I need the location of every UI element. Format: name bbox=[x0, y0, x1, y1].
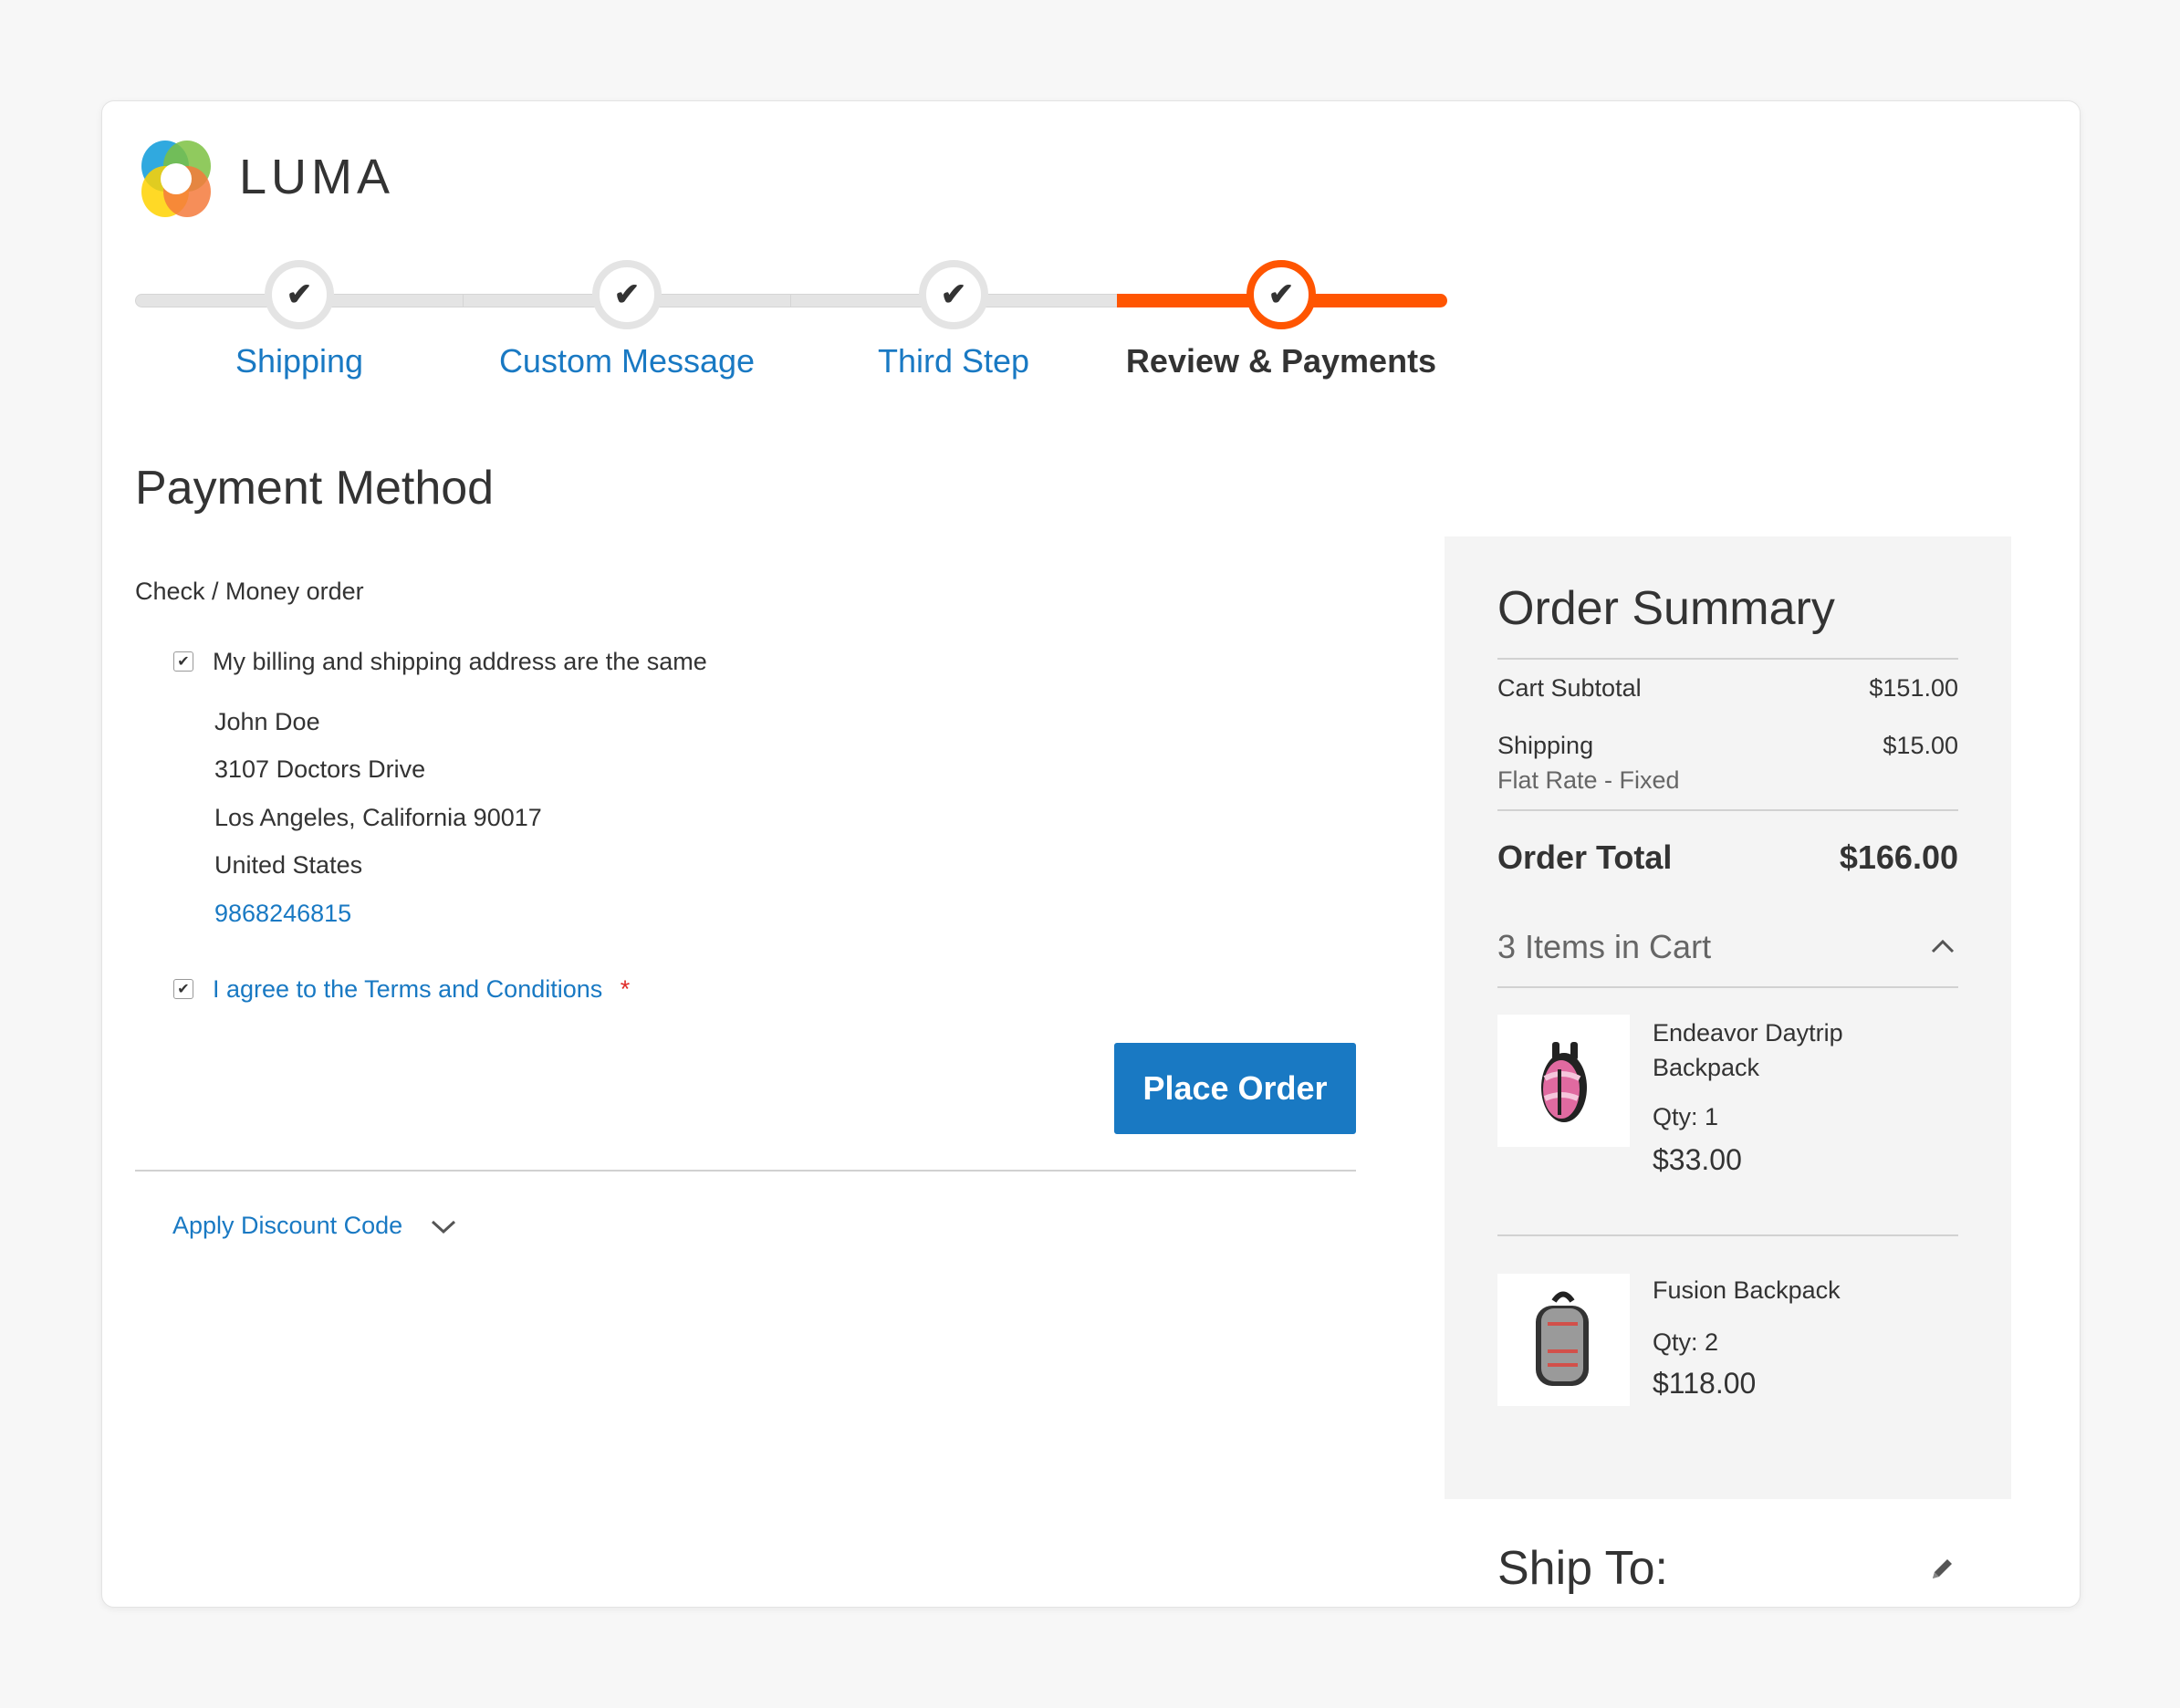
edit-ship-to-button[interactable] bbox=[1927, 1555, 1956, 1584]
divider bbox=[1497, 1234, 1958, 1236]
item-name[interactable]: Endeavor Daytrip Backpack bbox=[1653, 1015, 1843, 1085]
order-total-value: $166.00 bbox=[1839, 838, 1958, 876]
subtotal-value: $151.00 bbox=[1869, 674, 1958, 702]
product-image-endeavor-daytrip-backpack[interactable] bbox=[1497, 1015, 1630, 1147]
divider bbox=[135, 1170, 1356, 1172]
billing-country: United States bbox=[214, 851, 363, 879]
place-order-button[interactable]: Place Order bbox=[1114, 1043, 1356, 1134]
terms-row: I agree to the Terms and Conditions * bbox=[213, 973, 630, 1005]
divider bbox=[1497, 986, 1958, 988]
check-icon: ✔ bbox=[1267, 277, 1295, 312]
item-name-line-1: Endeavor Daytrip bbox=[1653, 1019, 1843, 1047]
billing-city: Los Angeles, California 90017 bbox=[214, 804, 542, 831]
checkmark-icon: ✔ bbox=[177, 982, 190, 997]
check-icon: ✔ bbox=[286, 277, 313, 312]
item-price: $118.00 bbox=[1653, 1367, 1757, 1400]
chevron-up-icon bbox=[1931, 939, 1955, 953]
product-image-fusion-backpack[interactable] bbox=[1497, 1274, 1630, 1406]
payment-method-option[interactable]: Check / Money order bbox=[135, 575, 364, 608]
ship-to-title: Ship To: bbox=[1497, 1542, 1668, 1595]
step-custom-message-marker[interactable]: ✔ bbox=[592, 260, 662, 329]
order-summary-title: Order Summary bbox=[1497, 582, 1835, 635]
shipping-value: $15.00 bbox=[1883, 732, 1958, 759]
order-total-label: Order Total bbox=[1497, 838, 1673, 876]
step-third-step[interactable]: Third Step bbox=[771, 341, 1136, 381]
payment-method-title: Payment Method bbox=[135, 462, 495, 515]
step-third-step-marker[interactable]: ✔ bbox=[919, 260, 988, 329]
item-qty: Qty: 2 bbox=[1653, 1328, 1719, 1356]
same-address-checkbox[interactable]: ✔ bbox=[173, 651, 193, 672]
shipping-label: Shipping bbox=[1497, 732, 1594, 759]
step-shipping-marker[interactable]: ✔ bbox=[265, 260, 334, 329]
divider bbox=[1497, 809, 1958, 811]
item-qty: Qty: 1 bbox=[1653, 1103, 1719, 1130]
terms-link[interactable]: I agree to the Terms and Conditions bbox=[213, 975, 602, 1003]
billing-name: John Doe bbox=[214, 708, 320, 735]
step-shipping[interactable]: Shipping bbox=[117, 341, 482, 381]
backpack-image bbox=[1541, 1042, 1587, 1122]
pencil-icon bbox=[1933, 1559, 1952, 1578]
step-review-marker: ✔ bbox=[1246, 260, 1316, 329]
required-mark: * bbox=[620, 975, 631, 1003]
checkmark-icon: ✔ bbox=[177, 654, 190, 670]
luma-logo[interactable] bbox=[135, 139, 217, 219]
chevron-down-icon bbox=[431, 1220, 455, 1234]
items-in-cart-label: 3 Items in Cart bbox=[1497, 928, 1712, 965]
check-icon: ✔ bbox=[613, 277, 641, 312]
apply-discount-label: Apply Discount Code bbox=[172, 1212, 403, 1239]
step-custom-message[interactable]: Custom Message bbox=[444, 341, 809, 381]
backpack-image bbox=[1536, 1291, 1589, 1386]
billing-street: 3107 Doctors Drive bbox=[214, 755, 426, 783]
step-review-payments: Review & Payments bbox=[1125, 342, 1437, 380]
subtotal-label: Cart Subtotal bbox=[1497, 674, 1642, 702]
check-icon: ✔ bbox=[940, 277, 967, 312]
divider bbox=[1497, 658, 1958, 660]
same-address-label[interactable]: My billing and shipping address are the … bbox=[213, 645, 707, 678]
terms-checkbox[interactable]: ✔ bbox=[173, 979, 193, 999]
item-price: $33.00 bbox=[1653, 1143, 1742, 1176]
shipping-method: Flat Rate - Fixed bbox=[1497, 766, 1680, 794]
item-name[interactable]: Fusion Backpack bbox=[1653, 1274, 1841, 1307]
brand-name: LUMA bbox=[239, 150, 395, 204]
apply-discount-toggle[interactable]: Apply Discount Code bbox=[172, 1209, 457, 1242]
item-name-line-2: Backpack bbox=[1653, 1054, 1760, 1081]
items-in-cart-toggle[interactable]: 3 Items in Cart bbox=[1497, 927, 1958, 967]
luma-logo-icon bbox=[141, 141, 211, 217]
billing-phone-link[interactable]: 9868246815 bbox=[214, 897, 351, 930]
